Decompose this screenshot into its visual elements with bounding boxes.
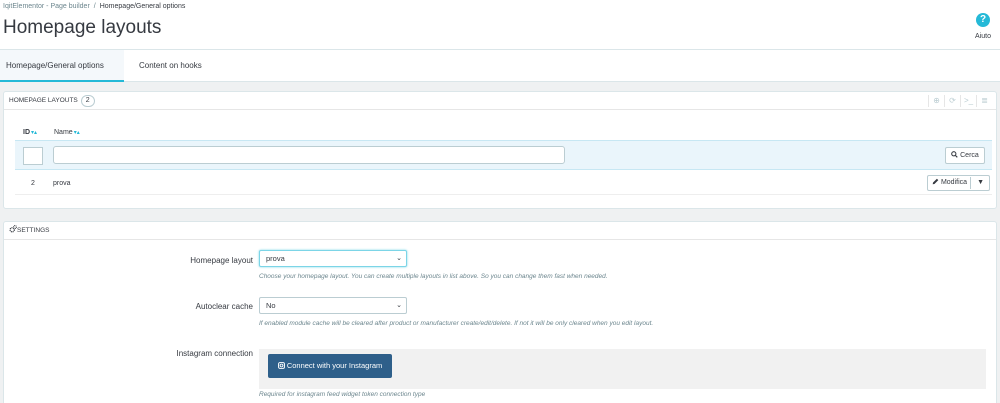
- tab-label: Homepage/General options: [6, 61, 104, 70]
- add-new-icon[interactable]: ⊕: [928, 95, 944, 107]
- refresh-icon[interactable]: ⟳: [944, 95, 960, 107]
- filter-row: Cerca: [15, 140, 992, 170]
- chevron-down-icon: ⌄: [396, 255, 402, 262]
- page-header: IqitElementor - Page builder / Homepage/Ge…: [0, 0, 1000, 50]
- chevron-down-icon: ⌄: [396, 302, 402, 309]
- breadcrumb-parent[interactable]: IqitElementor - Page builder: [3, 3, 90, 10]
- panel-heading: HOMEPAGE LAYOUTS 2 ⊕ ⟳ >_ ≣: [4, 92, 996, 110]
- search-icon: [951, 151, 958, 158]
- connect-instagram-button[interactable]: Connect with your Instagram: [268, 354, 392, 378]
- instagram-connection-label: Instagram connection: [176, 349, 254, 358]
- sort-icon[interactable]: ▾▴: [74, 130, 80, 136]
- panel-title: HOMEPAGE LAYOUTS: [9, 97, 78, 104]
- caret-down-icon[interactable]: ▼: [977, 176, 984, 190]
- homepage-layout-select[interactable]: prova ⌄: [259, 250, 407, 267]
- edit-label: Modifica: [940, 179, 968, 186]
- homepage-layout-value: prova: [266, 254, 285, 263]
- search-label: Cerca: [960, 152, 979, 159]
- tab-content-on-hooks[interactable]: Content on hooks: [133, 50, 208, 82]
- column-name-label: Name: [54, 129, 73, 136]
- filter-name-input[interactable]: [53, 146, 565, 164]
- panel-title: SETTINGS: [17, 227, 50, 234]
- split-divider: [970, 177, 971, 189]
- homepage-layouts-panel: HOMEPAGE LAYOUTS 2 ⊕ ⟳ >_ ≣ ID▾▴ Name▾▴ C…: [3, 91, 997, 209]
- sort-icon[interactable]: ▾▴: [31, 130, 37, 136]
- autoclear-cache-value: No: [266, 301, 276, 310]
- autoclear-cache-label: Autoclear cache: [195, 302, 253, 311]
- database-icon[interactable]: ≣: [976, 95, 992, 107]
- panel-heading: SETTINGS: [4, 222, 996, 240]
- tabs-bar: Homepage/General options Content on hook…: [0, 50, 1000, 82]
- column-id-label: ID: [23, 129, 30, 136]
- homepage-layout-help: Choose your homepage layout. You can cre…: [259, 273, 608, 280]
- instagram-icon: [277, 362, 285, 369]
- homepage-layout-label: Homepage layout: [190, 256, 253, 265]
- tab-label: Content on hooks: [139, 61, 202, 70]
- column-header-name[interactable]: Name▾▴: [54, 129, 80, 136]
- breadcrumb-separator: /: [93, 3, 96, 10]
- tab-homepage-general-options[interactable]: Homepage/General options: [0, 50, 124, 82]
- autoclear-cache-select[interactable]: No ⌄: [259, 297, 407, 314]
- instagram-help: Required for instagram feed widget token…: [259, 391, 426, 398]
- connect-instagram-label: Connect with your Instagram: [286, 361, 383, 370]
- breadcrumb: IqitElementor - Page builder / Homepage/Ge…: [3, 3, 185, 10]
- help-circle-icon: ?: [976, 13, 990, 27]
- page-title: Homepage layouts: [3, 17, 162, 38]
- filter-id-input[interactable]: [23, 147, 43, 165]
- row-name-cell: prova: [53, 180, 71, 187]
- edit-button[interactable]: Modifica ▼: [927, 175, 990, 191]
- breadcrumb-current: Homepage/General options: [99, 3, 186, 10]
- sql-query-icon[interactable]: >_: [960, 95, 976, 107]
- help-label: Aiuto: [975, 33, 991, 40]
- pencil-icon: [932, 178, 939, 185]
- row-divider: [15, 194, 992, 195]
- list-toolbar: ⊕ ⟳ >_ ≣: [928, 95, 992, 107]
- count-badge: 2: [80, 95, 95, 107]
- row-id-cell: 2: [31, 180, 35, 187]
- cogs-icon: [9, 225, 17, 233]
- instagram-connection-box: Connect with your Instagram: [259, 349, 986, 389]
- search-button[interactable]: Cerca: [945, 147, 985, 164]
- column-header-id[interactable]: ID▾▴: [23, 129, 37, 136]
- help-button[interactable]: ? Aiuto: [970, 13, 996, 40]
- autoclear-cache-help: If enabled module cache will be cleared …: [259, 320, 654, 327]
